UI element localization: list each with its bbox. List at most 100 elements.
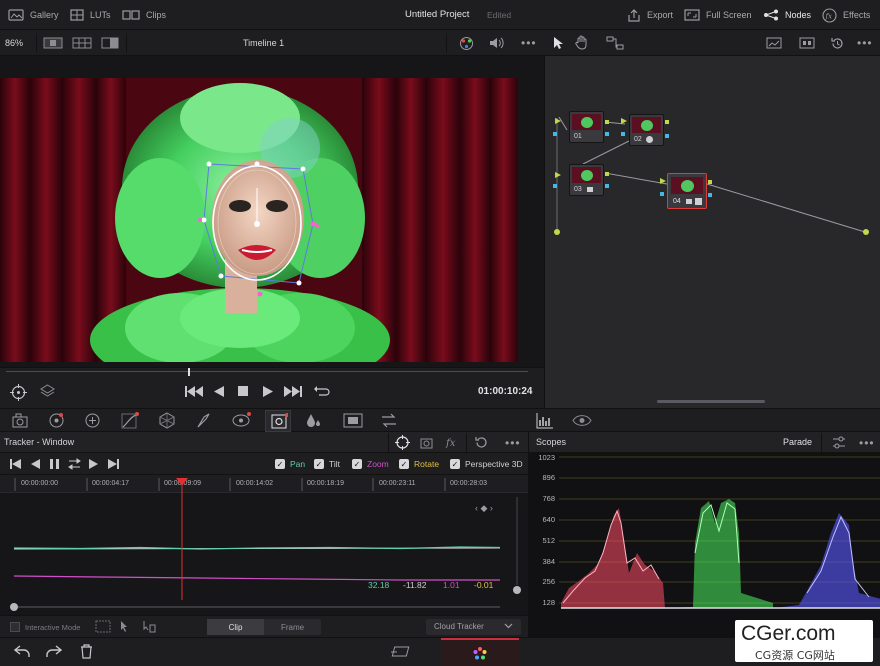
layers-icon[interactable] — [40, 384, 55, 399]
node-tracker-icon — [646, 136, 653, 143]
keyframe-nav-icon[interactable]: ‹ ◆ › — [475, 503, 493, 514]
scopes-tab-icon[interactable] — [536, 412, 554, 429]
track-bidirectional-icon[interactable] — [68, 458, 81, 470]
single-viewer-icon[interactable] — [43, 37, 63, 49]
node-grid-icon[interactable] — [799, 37, 815, 49]
tracker-tab[interactable] — [265, 410, 291, 432]
export-button[interactable]: Export — [627, 0, 673, 30]
play-icon[interactable] — [263, 386, 273, 397]
pan-checkbox[interactable]: ✓ Pan — [275, 459, 305, 469]
info-tab-icon[interactable] — [572, 413, 592, 428]
camera-raw-icon[interactable] — [12, 413, 30, 428]
nodes-button[interactable]: Nodes — [763, 0, 811, 30]
stabilizer-icon[interactable] — [420, 436, 435, 449]
transport-bar — [0, 367, 544, 408]
luts-label: LUTs — [90, 10, 111, 20]
pointer-icon[interactable] — [553, 36, 564, 50]
node-link-icon[interactable] — [606, 36, 624, 50]
full-screen-icon — [684, 9, 700, 21]
track-mode-icon[interactable] — [395, 435, 410, 450]
wipe-icon[interactable] — [101, 37, 119, 49]
node-03[interactable]: 03 — [569, 164, 604, 196]
node-editor[interactable]: 01 02 03 04 — [544, 56, 880, 408]
reset-icon[interactable] — [830, 36, 845, 51]
track-backward-end-icon[interactable] — [10, 459, 21, 469]
tracker-more-icon[interactable]: ••• — [505, 436, 521, 450]
frame-select-icon[interactable] — [95, 620, 111, 633]
pause-icon[interactable] — [50, 459, 59, 469]
hdr-wheels-icon[interactable] — [84, 412, 102, 429]
loop-icon[interactable] — [314, 384, 330, 398]
window-icon[interactable] — [231, 412, 251, 429]
blur-icon[interactable] — [343, 412, 363, 429]
node-more-icon[interactable]: ••• — [857, 36, 873, 50]
qualifier-icon[interactable] — [196, 412, 212, 429]
scrub-bar[interactable] — [6, 371, 528, 372]
node-graph — [553, 116, 869, 235]
zoom-level[interactable]: 86% — [5, 38, 23, 48]
pan-label: Pan — [290, 459, 306, 469]
color-wheels-icon[interactable] — [48, 412, 65, 429]
scale-label: 1023 — [538, 453, 555, 462]
clip-mode-button[interactable]: Clip — [207, 619, 264, 635]
playhead[interactable] — [188, 368, 190, 376]
full-screen-button[interactable]: Full Screen — [684, 0, 752, 30]
luts-button[interactable]: LUTs — [70, 0, 111, 30]
hand-icon[interactable] — [575, 35, 589, 50]
effects-button[interactable]: fx Effects — [822, 0, 870, 30]
zoom-checkbox[interactable]: ✓ Zoom — [352, 459, 389, 469]
edit-page-icon[interactable] — [389, 646, 411, 658]
key-icon[interactable] — [380, 412, 398, 429]
video-frame[interactable] — [0, 78, 518, 362]
audio-icon[interactable] — [489, 36, 504, 50]
split-viewer-icon[interactable] — [72, 37, 92, 49]
top-bar: Gallery LUTs Clips Untitled Project Edit… — [0, 0, 880, 30]
watermark-subtext: CG资源 CG网站 — [755, 649, 835, 662]
trash-icon[interactable] — [80, 644, 93, 659]
track-forward-end-icon[interactable] — [108, 459, 119, 469]
go-to-end-icon[interactable] — [284, 386, 302, 397]
tracker-title: Tracker - Window — [4, 437, 75, 447]
node-01[interactable]: 01 — [569, 111, 604, 143]
timeline-selector[interactable]: Timeline 1 — [243, 38, 284, 48]
go-to-start-icon[interactable] — [185, 386, 203, 397]
node-input-dot[interactable] — [554, 229, 560, 235]
stop-icon[interactable] — [238, 386, 248, 396]
color-warper-icon[interactable] — [158, 412, 176, 429]
node-02[interactable]: 02 — [629, 114, 664, 146]
tilt-checkbox[interactable]: ✓ Tilt — [314, 459, 340, 469]
frame-mode-button[interactable]: Frame — [264, 619, 321, 635]
fx-tracker-icon[interactable]: fx — [445, 435, 459, 449]
delete-point-icon[interactable] — [143, 620, 157, 633]
play-reverse-icon[interactable] — [214, 386, 224, 397]
redo-icon[interactable] — [46, 645, 62, 658]
curves-icon[interactable] — [121, 412, 139, 429]
rotate-checkbox[interactable]: ✓ Rotate — [399, 459, 439, 469]
more-options-icon[interactable]: ••• — [521, 36, 537, 50]
color-wheel-icon[interactable] — [459, 36, 474, 51]
interactive-mode-checkbox[interactable] — [10, 622, 20, 632]
add-point-icon[interactable] — [120, 620, 132, 633]
node-image-icon[interactable] — [766, 37, 782, 49]
undo-icon[interactable] — [14, 645, 30, 658]
color-page-tab[interactable] — [441, 638, 519, 666]
perspective-3d-checkbox[interactable]: ✓ Perspective 3D — [450, 459, 523, 469]
project-title: Untitled Project — [405, 9, 470, 20]
node-scrollbar[interactable] — [657, 400, 765, 403]
magic-mask-icon[interactable] — [306, 412, 322, 429]
scope-mode-selector[interactable]: Parade — [783, 437, 812, 447]
scope-settings-icon[interactable] — [832, 436, 846, 449]
scopes-more-icon[interactable]: ••• — [859, 436, 875, 450]
tilt-value: -11.82 — [403, 580, 427, 590]
node-output-dot[interactable] — [863, 229, 869, 235]
clip-frame-toggle: Clip Frame — [207, 619, 321, 635]
transform-icon[interactable] — [10, 384, 27, 401]
clips-button[interactable]: Clips — [122, 0, 166, 30]
tracker-reset-icon[interactable] — [474, 435, 489, 450]
gallery-button[interactable]: Gallery — [8, 0, 59, 30]
node-04[interactable]: 04 — [667, 173, 707, 209]
track-forward-icon[interactable] — [89, 459, 98, 469]
cloud-tracker-dropdown[interactable]: Cloud Tracker — [426, 619, 521, 635]
tracker-graph[interactable]: 00:00:00:00 00:00:04:17 00:00:09:09 00:0… — [0, 475, 528, 615]
track-backward-icon[interactable] — [31, 459, 40, 469]
